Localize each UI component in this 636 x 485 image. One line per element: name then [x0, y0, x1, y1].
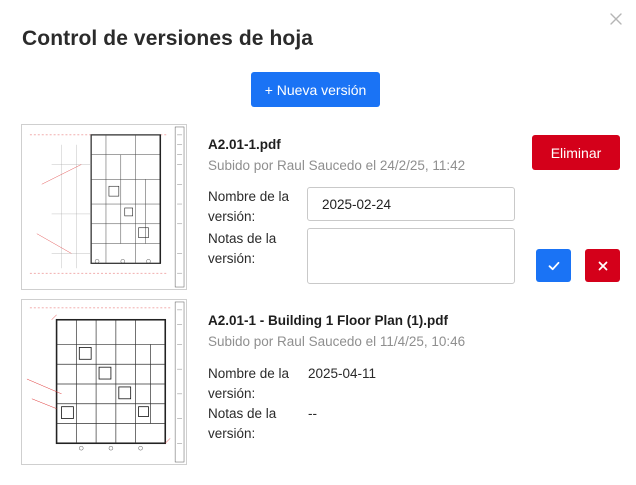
version-name-input[interactable]: [307, 187, 515, 221]
cancel-edit-button[interactable]: [585, 249, 620, 282]
close-icon[interactable]: [606, 9, 626, 29]
dialog-title: Control de versiones de hoja: [22, 27, 314, 50]
close-icon: [598, 261, 607, 270]
version-notes-value: --: [308, 406, 317, 421]
check-icon: [548, 261, 559, 270]
version-name-label: Nombre de la versión:: [208, 189, 290, 224]
delete-version-button[interactable]: Eliminar: [532, 135, 620, 170]
new-version-button[interactable]: + Nueva versión: [251, 72, 380, 107]
version-uploaded-info: Subido por Raul Saucedo el 24/2/25, 11:4…: [208, 158, 466, 173]
sheet-thumbnail[interactable]: [21, 299, 187, 465]
version-name-value: 2025-04-11: [308, 366, 377, 381]
version-uploaded-info: Subido por Raul Saucedo el 11/4/25, 10:4…: [208, 334, 466, 349]
version-filename: A2.01-1 - Building 1 Floor Plan (1).pdf: [208, 313, 449, 328]
sheet-thumbnail[interactable]: [21, 124, 187, 290]
version-notes-label: Notas de la versión:: [208, 231, 277, 266]
version-notes-textarea[interactable]: [307, 228, 515, 284]
version-filename: A2.01-1.pdf: [208, 137, 281, 152]
version-notes-label: Notas de la versión:: [208, 406, 277, 441]
confirm-edit-button[interactable]: [536, 249, 571, 282]
version-name-label: Nombre de la versión:: [208, 366, 290, 401]
